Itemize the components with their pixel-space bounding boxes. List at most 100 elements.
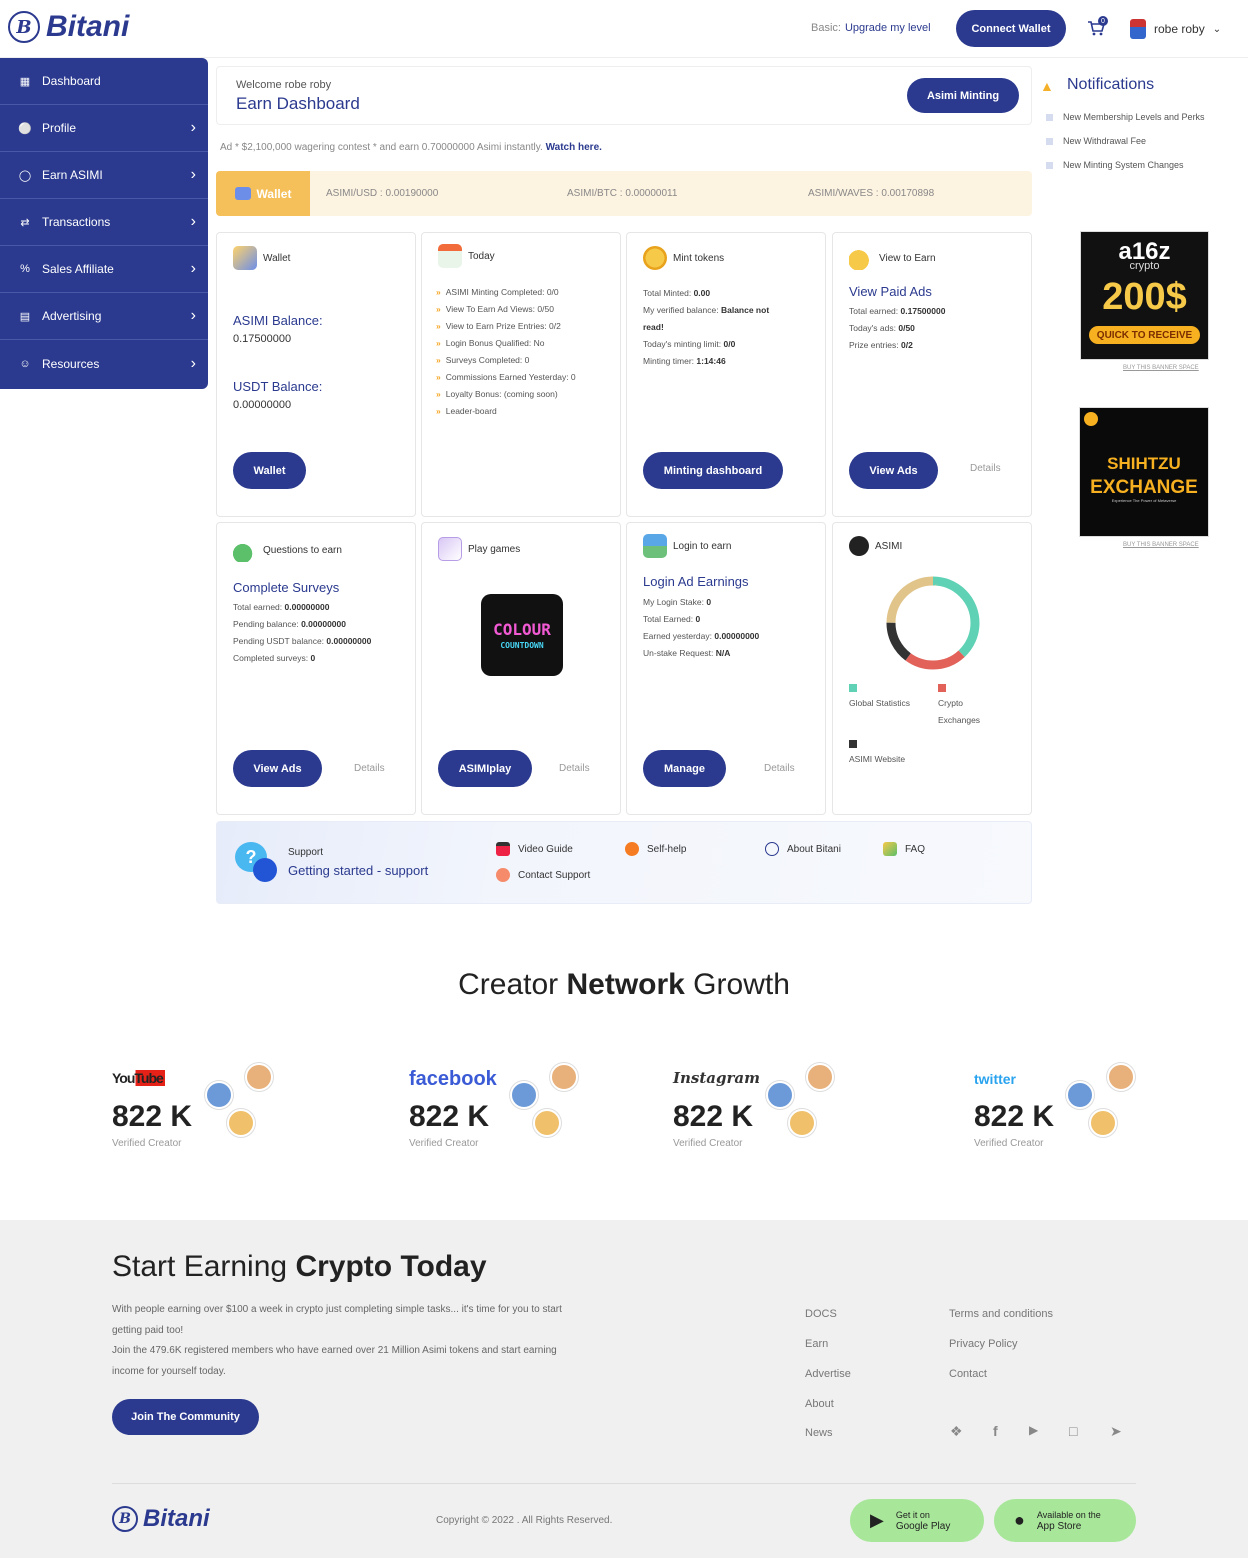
view-ads-button[interactable]: View Ads: [849, 452, 938, 489]
chevron-right-icon: ›: [190, 119, 196, 136]
notification-item[interactable]: New Withdrawal Fee: [1046, 136, 1146, 146]
a16z-ad-banner[interactable]: a16z crypto 200$ QUICK TO RECEIVE: [1080, 231, 1209, 360]
user-menu[interactable]: robe roby ⌄: [1130, 19, 1221, 39]
footer-title: Start Earning Crypto Today: [112, 1250, 487, 1283]
self-help-link[interactable]: Self-help: [625, 842, 686, 856]
gold-coin-icon: [643, 246, 667, 270]
footer-link-earn[interactable]: Earn: [805, 1338, 828, 1350]
footer-link-contact[interactable]: Contact: [949, 1368, 987, 1380]
card-title: Questions to earn: [263, 544, 342, 556]
view-ads-button[interactable]: View Ads: [233, 750, 322, 787]
cart-count-badge: 0: [1098, 16, 1108, 26]
contact-support-link[interactable]: Contact Support: [496, 868, 590, 882]
connect-wallet-button[interactable]: Connect Wallet: [956, 10, 1066, 47]
legend-asimi-website: ASIMI Website: [849, 754, 906, 764]
sidebar-item-label: Profile: [42, 121, 77, 135]
footer-divider: [112, 1483, 1136, 1484]
card-subtitle: Complete Surveys: [233, 580, 340, 595]
buy-banner-space-link[interactable]: BUY THIS BANNER SPACE: [1123, 542, 1199, 548]
membership-level: Basic: Upgrade my level: [811, 22, 931, 34]
footer-logo[interactable]: B Bitani: [112, 1505, 210, 1533]
usdt-balance-label: USDT Balance:: [233, 379, 323, 394]
sidebar-item-label: Earn ASIMI: [42, 168, 103, 182]
stat-label: Verified Creator: [409, 1138, 479, 1149]
brand-logo[interactable]: B Bitani: [8, 10, 129, 44]
video-guide-link[interactable]: Video Guide: [496, 842, 573, 856]
about-bitani-link[interactable]: About Bitani: [765, 842, 841, 856]
facebook-icon[interactable]: f: [993, 1423, 998, 1439]
upgrade-level-link[interactable]: Upgrade my level: [845, 22, 931, 34]
user-icon: ⚪: [18, 122, 32, 135]
list-item: » Login Bonus Qualified: No: [436, 338, 545, 348]
colour-countdown-game-tile[interactable]: COLOUR COUNTDOWN: [481, 594, 563, 676]
sidebar-item-label: Resources: [42, 356, 100, 371]
money-bag-icon: [233, 538, 257, 562]
today-card: Today » ASIMI Minting Completed: 0/0 » Vie…: [421, 232, 621, 517]
card-title: Play games: [468, 543, 521, 555]
telegram-icon[interactable]: ➤: [1110, 1423, 1122, 1440]
youtube-icon[interactable]: ▶: [1029, 1423, 1038, 1437]
banner-tagline: Experience The Power of Metaverse: [1111, 498, 1177, 503]
card-title: Today: [468, 250, 495, 262]
leaderboard-link[interactable]: » Leader-board: [436, 403, 576, 420]
faq-icon: [883, 842, 897, 856]
asimiplay-button[interactable]: ASIMIplay: [438, 750, 532, 787]
minting-dashboard-button[interactable]: Minting dashboard: [643, 452, 783, 489]
faq-link[interactable]: FAQ: [883, 842, 925, 856]
notification-item[interactable]: New Minting System Changes: [1046, 160, 1184, 170]
footer-link-docs[interactable]: DOCS: [805, 1308, 837, 1320]
details-link[interactable]: Details: [764, 763, 795, 774]
stat-label: Verified Creator: [673, 1138, 743, 1149]
details-link[interactable]: Details: [559, 763, 590, 774]
footer-link-about[interactable]: About: [805, 1398, 834, 1410]
twitter-icon[interactable]: ❖: [950, 1423, 963, 1440]
login-to-earn-card: Login to earn Login Ad Earnings My Login…: [626, 522, 826, 815]
card-title: Login to earn: [673, 540, 732, 552]
support-panel: ? Support Getting started - support Vide…: [216, 821, 1032, 904]
watch-here-link[interactable]: Watch here.: [546, 142, 602, 153]
list-item: » View to Earn Prize Entries: 0/2: [436, 321, 561, 331]
ad-banner-text: Ad * $2,100,000 wagering contest * and e…: [220, 142, 602, 153]
google-play-button[interactable]: ▶ Get it on Google Play: [850, 1499, 984, 1542]
list-item: » Commissions Earned Yesterday: 0: [436, 372, 576, 382]
buy-banner-space-link[interactable]: BUY THIS BANNER SPACE: [1123, 365, 1199, 371]
sidebar-item-earn-asimi[interactable]: ◯ Earn ASIMI ›: [0, 152, 208, 199]
megaphone-icon: ▲: [1040, 78, 1054, 94]
ticker-wallet-tab[interactable]: Wallet: [216, 171, 310, 216]
app-store-button[interactable]: ● Available on the App Store: [994, 1499, 1136, 1542]
sidebar-item-transactions[interactable]: ⇄ Transactions ›: [0, 199, 208, 246]
join-community-button[interactable]: Join The Community: [112, 1399, 259, 1435]
sidebar-item-resources[interactable]: ☺ Resources ›: [0, 340, 208, 387]
user-avatar: [1130, 19, 1146, 39]
manage-button[interactable]: Manage: [643, 750, 726, 787]
sidebar-item-profile[interactable]: ⚪ Profile ›: [0, 105, 208, 152]
sidebar-item-dashboard[interactable]: ▦ Dashboard: [0, 58, 208, 105]
wallet-button[interactable]: Wallet: [233, 452, 306, 489]
creator-avatar: [1066, 1081, 1094, 1109]
footer-link-news[interactable]: News: [805, 1427, 833, 1439]
footer-link-terms[interactable]: Terms and conditions: [949, 1308, 1053, 1320]
chevron-right-icon: ›: [190, 307, 196, 324]
asimi-minting-button[interactable]: Asimi Minting: [907, 78, 1019, 113]
legend-swatch-exchanges: [938, 684, 946, 692]
footer-link-privacy[interactable]: Privacy Policy: [949, 1338, 1017, 1350]
sidebar-item-advertising[interactable]: ▤ Advertising ›: [0, 293, 208, 340]
ticker-usd: ASIMI/USD : 0.00190000: [326, 188, 439, 199]
banner-cta: QUICK TO RECEIVE: [1089, 326, 1200, 344]
instagram-icon[interactable]: □: [1069, 1423, 1077, 1439]
sidebar-item-sales-affiliate[interactable]: % Sales Affiliate ›: [0, 246, 208, 293]
stat-value: 822 K: [673, 1100, 754, 1133]
footer-link-advertise[interactable]: Advertise: [805, 1368, 851, 1380]
creator-avatar: [205, 1081, 233, 1109]
sidebar-item-label: Advertising: [42, 309, 102, 323]
copyright: Copyright © 2022 . All Rights Reserved.: [436, 1515, 613, 1526]
cart-icon[interactable]: 0: [1087, 16, 1108, 41]
details-link[interactable]: Details: [354, 763, 385, 774]
asimi-logo-icon: [849, 536, 869, 556]
user-name: robe roby: [1154, 22, 1205, 36]
game-title-line1: COLOUR: [493, 620, 551, 639]
banner-crypto-text: crypto: [1129, 260, 1160, 272]
shihtzu-exchange-ad-banner[interactable]: SHIHTZU EXCHANGE Experience The Power of…: [1079, 407, 1209, 537]
notification-item[interactable]: New Membership Levels and Perks: [1046, 112, 1205, 122]
details-link[interactable]: Details: [970, 463, 1001, 474]
